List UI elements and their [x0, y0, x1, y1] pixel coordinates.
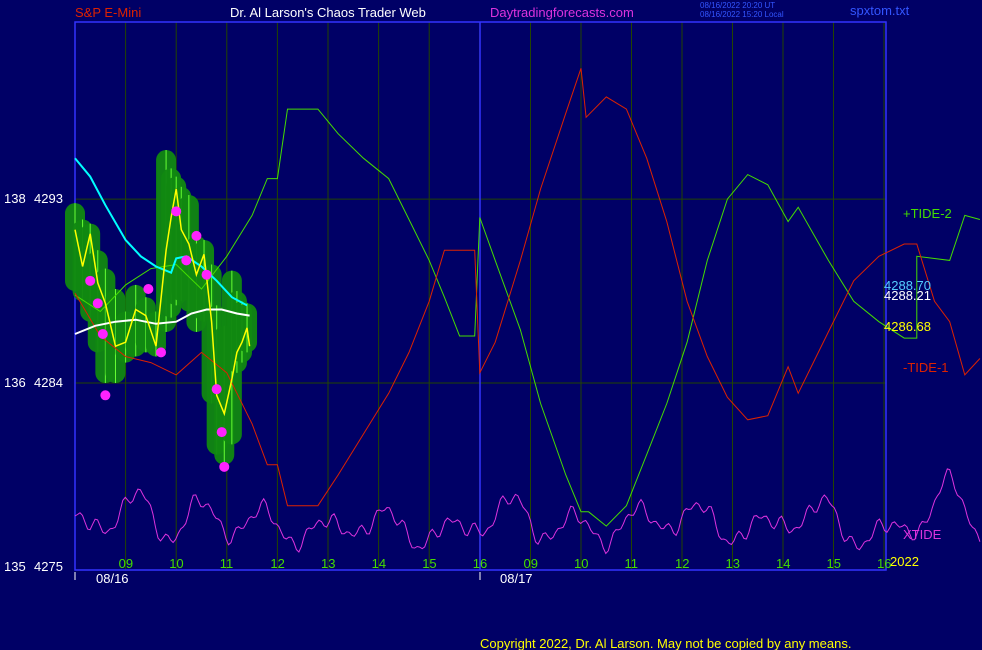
symbol-title: S&P E-Mini — [75, 5, 141, 20]
x-tick-label: 12 — [270, 556, 284, 571]
x-tick-label: 15 — [422, 556, 436, 571]
value-label-price: 4286.68 — [884, 319, 931, 334]
timestamp-local: 08/16/2022 15:20 Local — [700, 10, 784, 19]
x-tick-label: 09 — [524, 556, 538, 571]
x-tick-label: 09 — [119, 556, 133, 571]
copyright: Copyright 2022, Dr. Al Larson. May not b… — [480, 636, 851, 650]
x-tick-label: 10 — [574, 556, 588, 571]
price-marker — [191, 230, 202, 241]
price-marker — [171, 206, 182, 217]
price-marker — [156, 347, 167, 358]
timestamp-ut: 08/16/2022 20:20 UT — [700, 1, 775, 10]
series-label-tide-down: -TIDE-1 — [903, 360, 949, 375]
price-marker — [211, 384, 222, 395]
x-tick-label: 16 — [473, 556, 487, 571]
price-marker — [97, 328, 108, 339]
x-tick-label: 15 — [827, 556, 841, 571]
price-marker — [216, 427, 227, 438]
x-tick-label: 14 — [372, 556, 386, 571]
x-tick-label: 12 — [675, 556, 689, 571]
x-tick-label: 13 — [726, 556, 740, 571]
y-label-right: 4275 — [34, 559, 63, 574]
y-label-right: 4293 — [34, 191, 63, 206]
x-tick-label: 14 — [776, 556, 790, 571]
date-label-2: 08/17 — [500, 571, 533, 586]
price-marker — [219, 461, 230, 472]
author-title: Dr. Al Larson's Chaos Trader Web — [230, 5, 426, 20]
series-label-tide-up: +TIDE-2 — [903, 206, 952, 221]
value-label-ma-slow: 4288.21 — [884, 288, 931, 303]
x-tick-label: 13 — [321, 556, 335, 571]
x-tick-label: 11 — [625, 556, 639, 571]
x-tick-label: 10 — [169, 556, 183, 571]
chaos-chart: S&P E-Mini Dr. Al Larson's Chaos Trader … — [0, 0, 982, 650]
x-tick-label: 11 — [220, 556, 234, 571]
site-link[interactable]: Daytradingforecasts.com — [490, 5, 634, 20]
series-label-xtide: XTIDE — [903, 527, 942, 542]
y-label-left: 138 — [4, 191, 26, 206]
y-label-left: 136 — [4, 375, 26, 390]
price-marker — [100, 390, 111, 401]
year-label: 2022 — [890, 554, 919, 569]
y-label-left: 135 — [4, 559, 26, 574]
date-label-1: 08/16 — [96, 571, 129, 586]
y-label-right: 4284 — [34, 375, 63, 390]
price-marker — [143, 284, 154, 295]
price-marker — [181, 255, 192, 266]
price-marker — [92, 298, 103, 309]
price-marker — [201, 269, 212, 280]
price-marker — [85, 275, 96, 286]
file-name: spxtom.txt — [850, 3, 910, 18]
